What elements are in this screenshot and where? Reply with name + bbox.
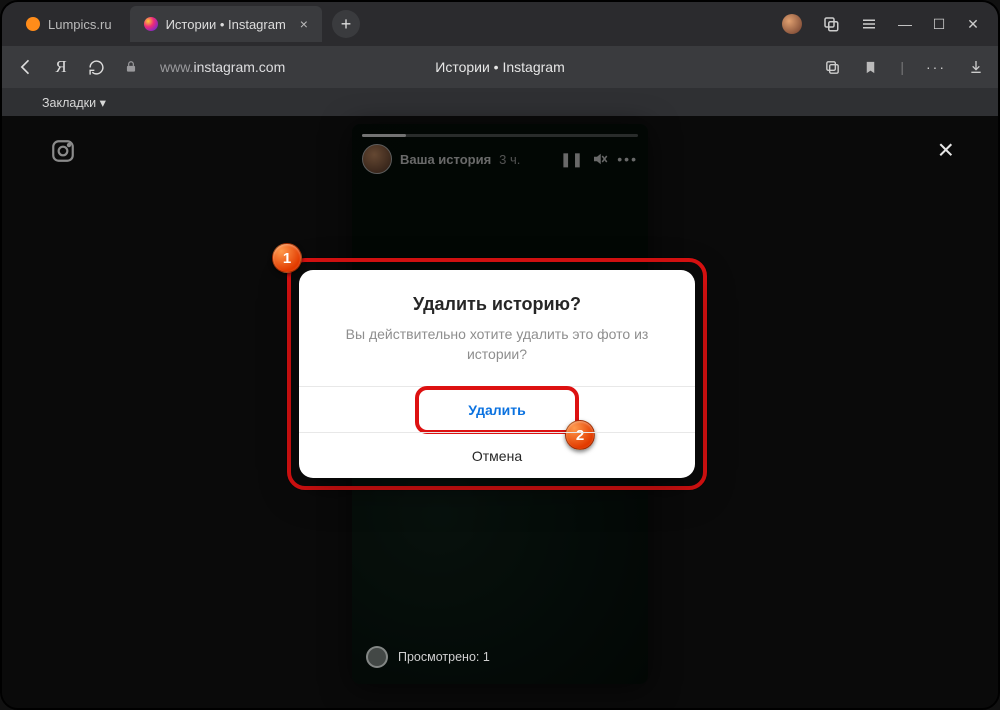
page-title: Истории • Instagram [435, 59, 564, 75]
viewer-avatar-icon [366, 646, 388, 668]
bookmark-icon[interactable] [863, 59, 878, 76]
story-footer[interactable]: Просмотрено: 1 [366, 646, 490, 668]
tab-label: Истории • Instagram [166, 17, 286, 32]
url-domain: instagram.com [193, 59, 285, 75]
reload-icon[interactable] [88, 59, 106, 76]
new-tab-button[interactable]: + [332, 10, 360, 38]
page-viewport: × Ваша история 3 ч. ❚❚ ••• Просмотрено: … [2, 116, 998, 708]
delete-button[interactable]: Удалить 2 [299, 386, 695, 432]
profile-avatar-icon[interactable] [782, 14, 802, 34]
window-maximize-button[interactable]: ☐ [932, 16, 946, 33]
menu-icon[interactable] [860, 15, 878, 33]
url-prefix: www. [160, 59, 193, 75]
window-close-button[interactable]: ✕ [966, 16, 980, 33]
dialog-body: Вы действительно хотите удалить это фото… [325, 325, 669, 382]
close-story-button[interactable]: × [938, 134, 954, 166]
browser-address-bar: Я www.instagram.com Истории • Instagram … [2, 46, 998, 88]
instagram-favicon-icon [144, 17, 158, 31]
yandex-icon[interactable]: Я [52, 57, 70, 77]
cancel-button-label: Отмена [472, 448, 522, 464]
views-label: Просмотрено: 1 [398, 650, 490, 664]
annotation-badge-1: 1 [272, 243, 302, 273]
favicon-icon [26, 17, 40, 31]
close-tab-icon[interactable]: × [300, 16, 308, 32]
cancel-button[interactable]: Отмена [299, 432, 695, 478]
bookmarks-bar[interactable]: Закладки ▾ [2, 88, 998, 116]
tab-instagram[interactable]: Истории • Instagram × [130, 6, 322, 42]
tab-label: Lumpics.ru [48, 17, 112, 32]
downloads-icon[interactable] [968, 59, 984, 75]
window-minimize-button[interactable]: — [898, 16, 912, 32]
copy-icon[interactable] [824, 59, 841, 76]
delete-button-label: Удалить [468, 402, 525, 418]
dialog-title: Удалить историю? [325, 294, 669, 315]
browser-titlebar: Lumpics.ru Истории • Instagram × + — ☐ ✕ [2, 2, 998, 46]
bookmarks-label[interactable]: Закладки ▾ [42, 95, 106, 110]
url-text[interactable]: www.instagram.com [160, 59, 285, 75]
delete-story-dialog: Удалить историю? Вы действительно хотите… [299, 270, 695, 478]
instagram-logo-icon[interactable] [50, 138, 76, 164]
back-icon[interactable] [16, 57, 34, 77]
extensions-icon[interactable] [822, 15, 840, 33]
tab-lumpics[interactable]: Lumpics.ru [12, 6, 126, 42]
more-icon[interactable]: ··· [926, 59, 946, 75]
annotation-outline-1: Удалить историю? Вы действительно хотите… [287, 258, 707, 490]
lock-icon [124, 60, 142, 74]
